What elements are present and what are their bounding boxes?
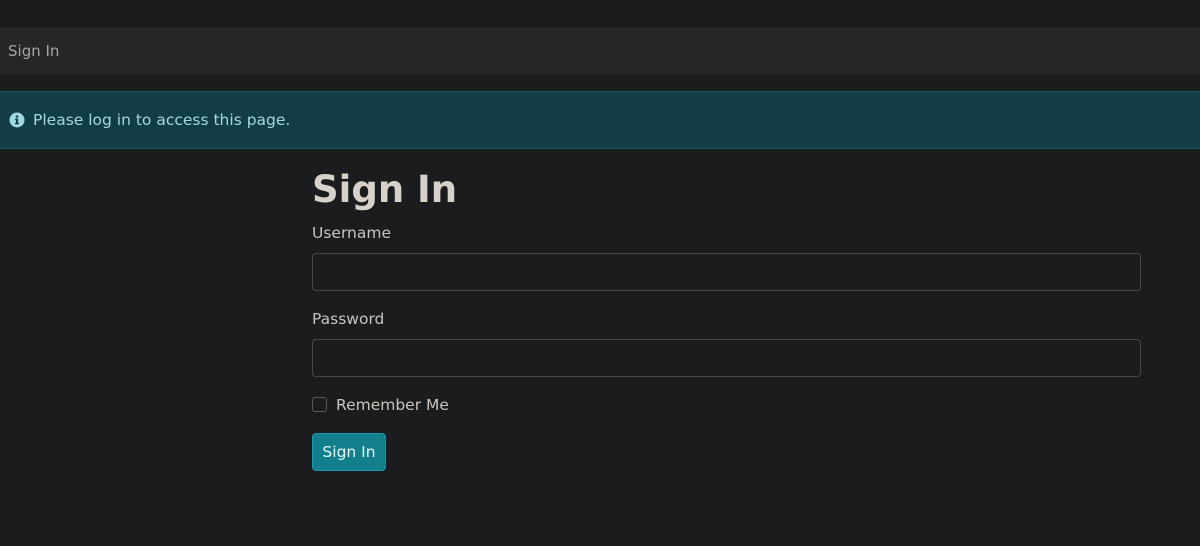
username-label: Username [312,224,392,242]
password-input[interactable] [312,339,1141,377]
password-label: Password [312,310,385,328]
username-input[interactable] [312,253,1141,291]
info-circle-icon [9,112,25,128]
page-title: Sign In [312,168,458,211]
remember-me-checkbox[interactable] [312,397,327,412]
remember-me-label[interactable]: Remember Me [336,395,449,415]
alert-message: Please log in to access this page. [33,111,291,129]
top-strip [0,0,1200,27]
sign-in-button[interactable]: Sign In [312,433,386,471]
info-alert: Please log in to access this page. [0,91,1200,149]
breadcrumb: Sign In [0,27,1200,75]
breadcrumb-item: Sign In [8,42,60,60]
